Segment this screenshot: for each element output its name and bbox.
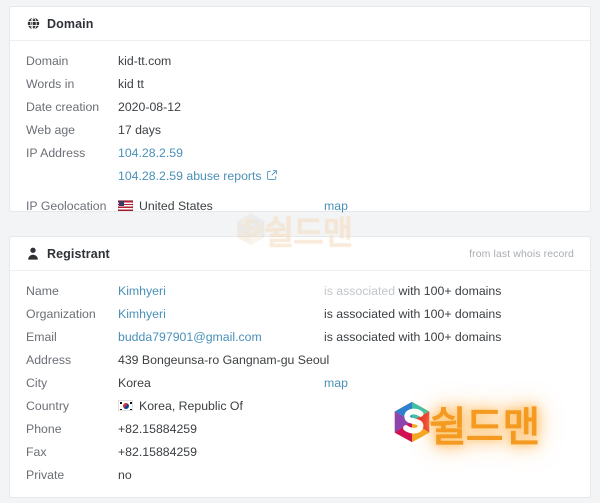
row-value-city: Korea xyxy=(118,375,151,390)
registrant-rows: Name Kimhyeri is associated with 100+ do… xyxy=(10,271,590,486)
geolocation-country-name: United States xyxy=(139,198,213,213)
ip-address-link[interactable]: 104.28.2.59 xyxy=(118,146,183,160)
table-row: Domain kid-tt.com xyxy=(10,49,590,72)
row-label: Fax xyxy=(26,444,47,459)
table-row: 104.28.2.59 abuse reports xyxy=(10,164,590,187)
whois-source-note: from last whois record xyxy=(469,247,574,260)
registrant-card-header: Registrant from last whois record xyxy=(10,237,590,271)
city-map-cell: map xyxy=(324,376,574,390)
table-row: Name Kimhyeri is associated with 100+ do… xyxy=(10,279,590,302)
row-label: Private xyxy=(26,467,65,482)
row-value-words-in: kid tt xyxy=(118,76,144,91)
table-row: IP Address 104.28.2.59 xyxy=(10,141,590,164)
assoc-suffix: with 100+ domains xyxy=(398,329,502,344)
row-value-address: 439 Bongeunsa-ro Gangnam-gu Seoul xyxy=(118,352,330,367)
row-value-country: Korea, Republic Of xyxy=(118,399,418,413)
row-value-fax: +82.15884259 xyxy=(118,444,197,459)
table-row: Date creation 2020-08-12 xyxy=(10,95,590,118)
table-row: City Korea map xyxy=(10,371,590,394)
row-value-geolocation: United States xyxy=(118,199,324,213)
registrant-organization-link[interactable]: Kimhyeri xyxy=(118,307,166,321)
globe-icon xyxy=(26,17,40,31)
associated-domains-note: is associated with 100+ domains xyxy=(324,330,574,344)
row-value-date-creation: 2020-08-12 xyxy=(118,99,181,114)
registrant-name-link[interactable]: Kimhyeri xyxy=(118,284,166,298)
table-row: Phone +82.15884259 xyxy=(10,417,590,440)
table-row: Fax +82.15884259 xyxy=(10,440,590,463)
assoc-suffix: with 100+ domains xyxy=(398,283,502,298)
row-label: IP Geolocation xyxy=(26,198,107,213)
assoc-prefix: is associated xyxy=(324,283,396,298)
domain-card-header: Domain xyxy=(10,7,590,41)
map-link[interactable]: map xyxy=(324,199,348,213)
table-row: Web age 17 days xyxy=(10,118,590,141)
row-label: Phone xyxy=(26,421,62,436)
row-value-web-age: 17 days xyxy=(118,122,162,137)
domain-rows: Domain kid-tt.com Words in kid tt Date c… xyxy=(10,41,590,217)
row-value-ip-address: 104.28.2.59 xyxy=(118,146,324,160)
table-row: Words in kid tt xyxy=(10,72,590,95)
row-value-name: Kimhyeri xyxy=(118,284,324,298)
abuse-reports-link[interactable]: 104.28.2.59 abuse reports xyxy=(118,169,262,183)
flag-united-states-icon xyxy=(118,200,133,211)
country-name: Korea, Republic Of xyxy=(139,398,243,413)
assoc-suffix: with 100+ domains xyxy=(398,306,502,321)
row-value-email: budda797901@gmail.com xyxy=(118,330,324,344)
row-label: IP Address xyxy=(26,145,86,160)
row-label: Email xyxy=(26,329,57,344)
row-value-abuse-reports: 104.28.2.59 abuse reports xyxy=(118,169,418,183)
assoc-prefix: is associated xyxy=(324,329,396,344)
table-row: IP Geolocation United States map xyxy=(10,194,590,217)
row-label: Address xyxy=(26,352,72,367)
row-value-organization: Kimhyeri xyxy=(118,307,324,321)
associated-domains-note: is associated with 100+ domains xyxy=(324,307,574,321)
row-value-domain: kid-tt.com xyxy=(118,53,172,68)
row-label: Words in xyxy=(26,76,75,91)
registrant-card-title: Registrant xyxy=(47,246,110,261)
row-value-phone: +82.15884259 xyxy=(118,421,197,436)
registrant-card: Registrant from last whois record Name K… xyxy=(9,236,591,498)
row-label: Country xyxy=(26,398,70,413)
row-value-private: no xyxy=(118,467,132,482)
domain-card: Domain Domain kid-tt.com Words in kid tt… xyxy=(9,6,591,213)
map-link[interactable]: map xyxy=(324,376,348,390)
person-icon xyxy=(26,247,40,261)
row-label: Domain xyxy=(26,53,69,68)
table-row: Organization Kimhyeri is associated with… xyxy=(10,302,590,325)
external-link-icon xyxy=(266,169,277,183)
row-label: City xyxy=(26,375,48,390)
associated-domains-note: is associated with 100+ domains xyxy=(324,284,574,298)
table-row: Address 439 Bongeunsa-ro Gangnam-gu Seou… xyxy=(10,348,590,371)
row-label: Web age xyxy=(26,122,75,137)
flag-korea-icon xyxy=(118,400,133,411)
table-row: Private no xyxy=(10,463,590,486)
table-row: Country Korea, Republic Of xyxy=(10,394,590,417)
row-label: Name xyxy=(26,283,59,298)
row-label: Date creation xyxy=(26,99,100,114)
row-label: Organization xyxy=(26,306,96,321)
table-row: Email budda797901@gmail.com is associate… xyxy=(10,325,590,348)
assoc-prefix: is associated xyxy=(324,306,396,321)
geolocation-map-cell: map xyxy=(324,199,574,213)
domain-card-title: Domain xyxy=(47,16,94,31)
registrant-email-link[interactable]: budda797901@gmail.com xyxy=(118,330,262,344)
